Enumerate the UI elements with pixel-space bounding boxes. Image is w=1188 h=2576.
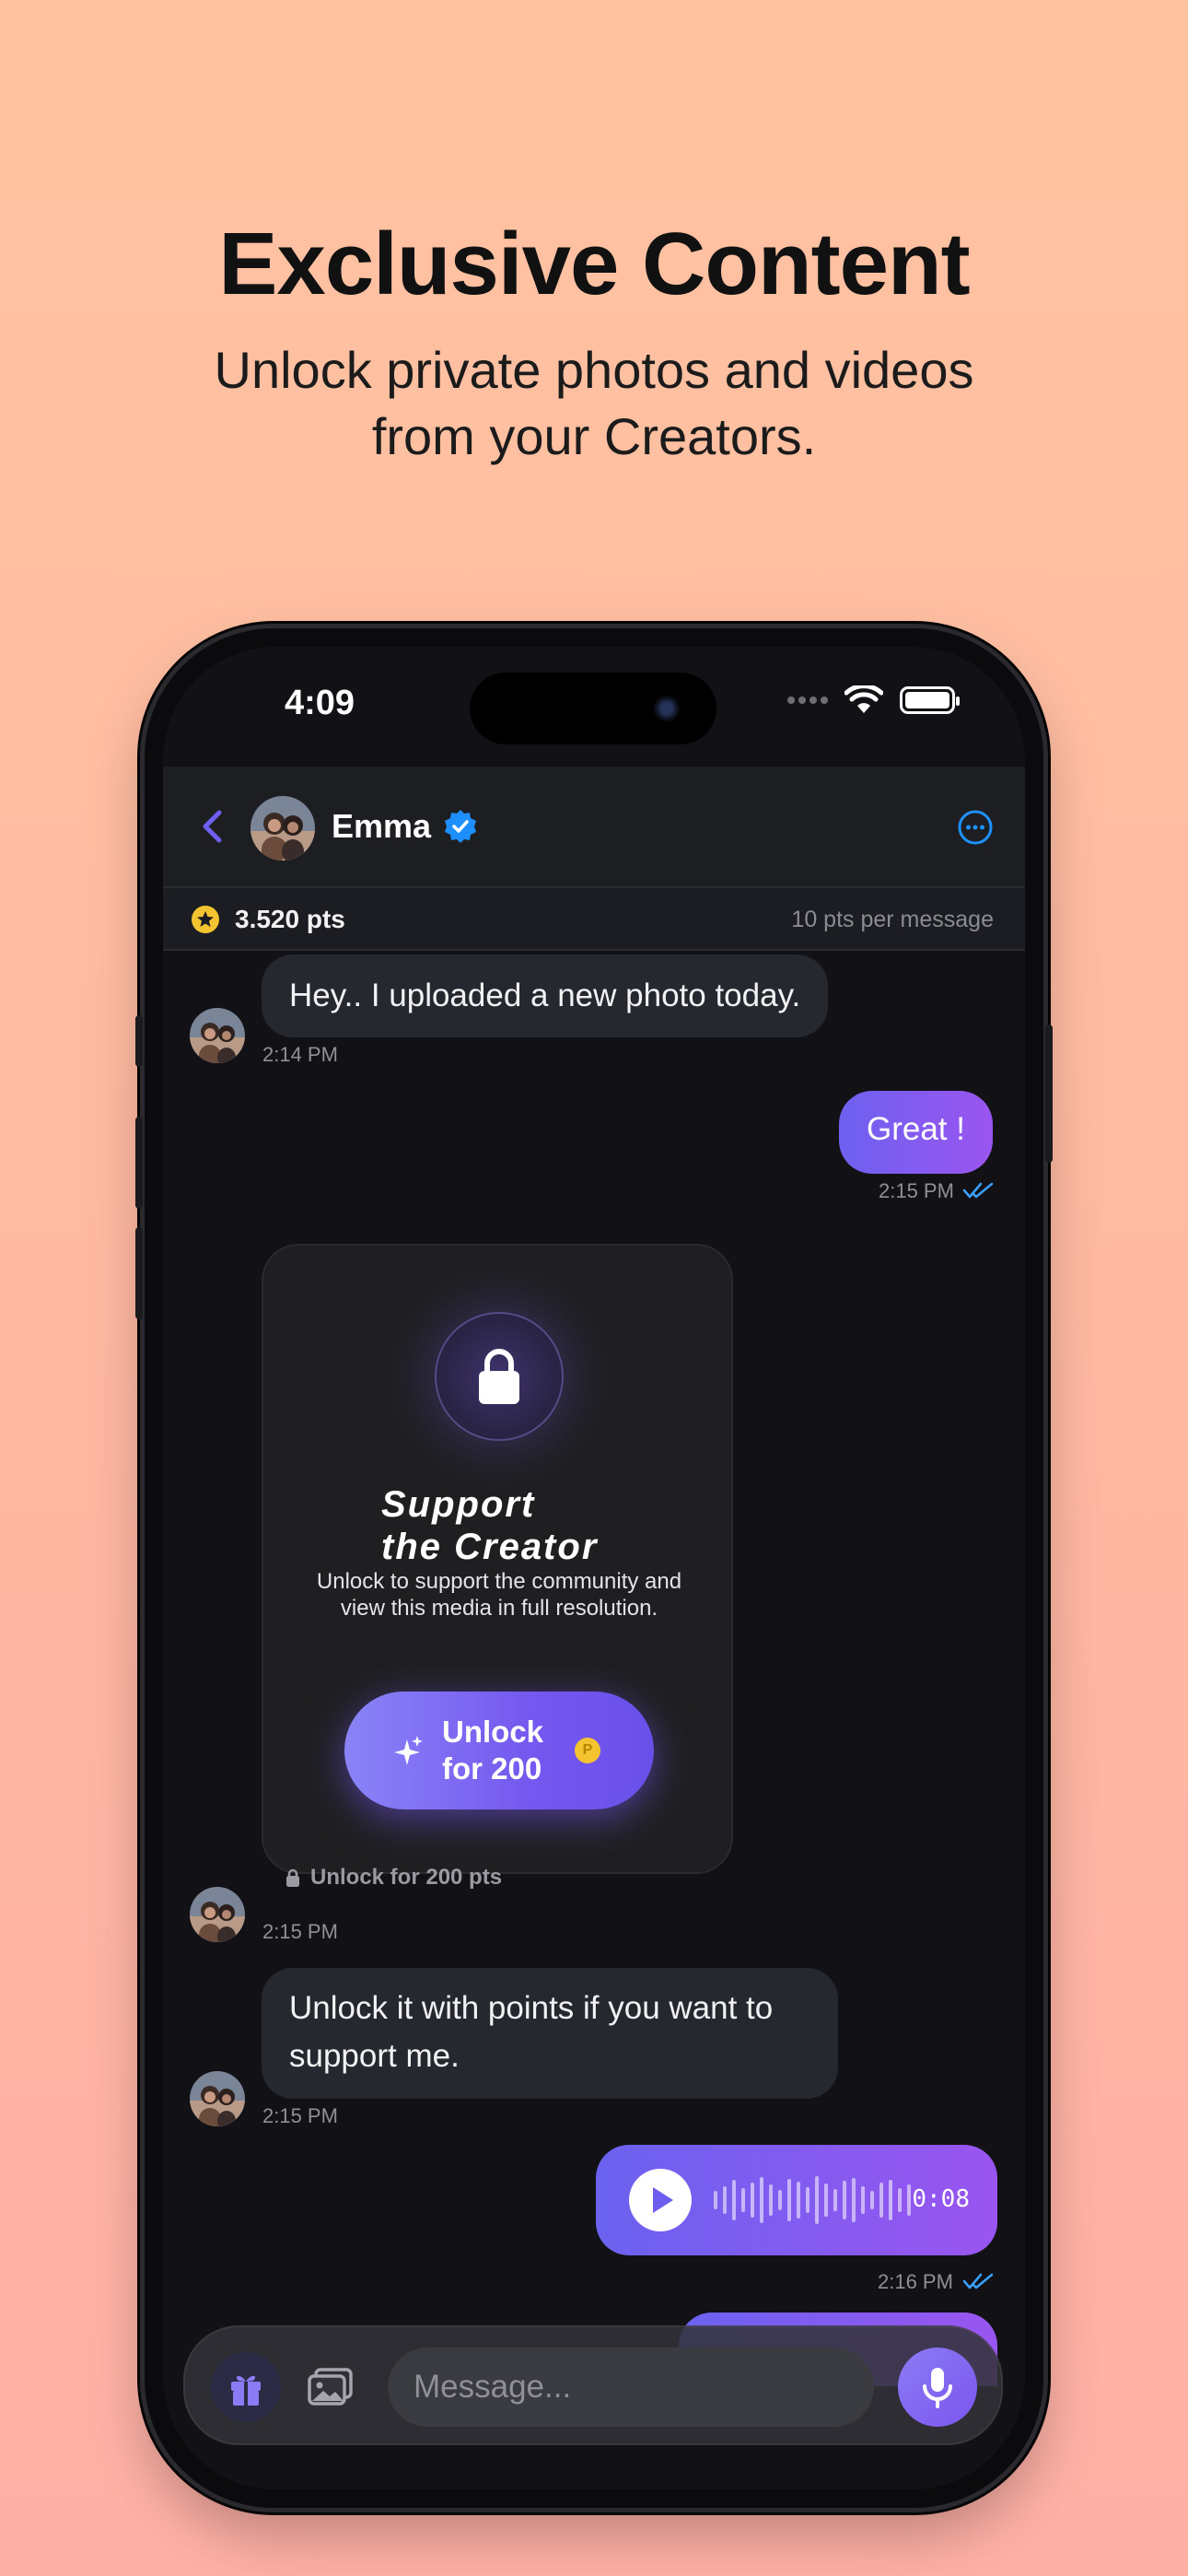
avatar — [190, 1008, 245, 1063]
screen: 4:09 Emma 3.520 pts 10 pts per message H… — [163, 647, 1025, 2489]
avatar[interactable] — [250, 796, 315, 861]
card-title-line-2: the Creator — [381, 1527, 599, 1567]
promo-headline: Exclusive Content — [218, 215, 970, 313]
cellular-icon — [787, 697, 828, 704]
message-timestamp: 2:15 PM — [879, 1179, 954, 1202]
locked-note: Unlock for 200 pts — [285, 1865, 502, 1891]
points-rate: 10 pts per message — [791, 907, 994, 932]
microphone-icon — [923, 2368, 952, 2408]
promo-subline: Unlock private photos and videos from yo… — [0, 337, 1188, 470]
lock-icon — [479, 1349, 519, 1404]
waveform-bar — [843, 2181, 846, 2219]
card-title-line-1: Support — [381, 1484, 536, 1525]
waveform-bar — [732, 2180, 736, 2220]
read-receipt-icon — [962, 1182, 994, 1199]
unlock-button-line-2: for 200 — [442, 1751, 542, 1786]
side-button-action — [135, 1015, 143, 1067]
waveform-bar — [769, 2184, 773, 2216]
promo-subline-line-2: from your Creators. — [371, 407, 817, 465]
waveform-bar — [861, 2186, 865, 2214]
side-button-volume-up — [135, 1117, 143, 1209]
message-text: Great ! — [867, 1111, 965, 1147]
avatar — [190, 2071, 245, 2126]
waveform-bar — [815, 2176, 819, 2224]
contact-name[interactable]: Emma — [332, 807, 431, 846]
waveform-bar — [824, 2184, 828, 2217]
more-icon[interactable] — [957, 809, 994, 846]
waveform-bar — [723, 2186, 727, 2214]
promo-subline-line-1: Unlock private photos and videos — [214, 341, 974, 399]
status-icons — [787, 685, 960, 715]
gift-button[interactable] — [211, 2352, 281, 2422]
waveform-bar — [714, 2191, 717, 2209]
read-receipt-icon — [962, 2273, 994, 2289]
side-button-volume-down — [135, 1227, 143, 1319]
side-button-power — [1045, 1025, 1053, 1163]
locked-media-card[interactable]: Support the Creator Unlock to support th… — [262, 1244, 733, 1874]
waveform-bar — [898, 2188, 902, 2212]
message-bubble-incoming[interactable]: Unlock it with points if you want to sup… — [262, 1968, 838, 2099]
locked-note-text: Unlock for 200 pts — [310, 1865, 503, 1890]
message-composer — [183, 2325, 1003, 2445]
points-bar: 3.520 pts 10 pts per message — [163, 888, 1025, 951]
message-input[interactable] — [388, 2348, 874, 2427]
message-text: Hey.. I uploaded a new photo today. — [289, 978, 801, 1013]
waveform-bar — [833, 2189, 837, 2211]
verified-badge-icon — [445, 810, 476, 843]
waveform-bar — [907, 2184, 911, 2216]
waveform-bar — [760, 2177, 763, 2223]
waveform-bar — [852, 2178, 856, 2222]
sparkle-icon — [394, 1736, 423, 1765]
message-timestamp: 2:16 PM — [878, 2270, 953, 2293]
phone-frame: 4:09 Emma 3.520 pts 10 pts per message H… — [135, 628, 1053, 2508]
battery-icon — [900, 686, 960, 714]
waveform-bar — [870, 2191, 874, 2209]
wifi-icon — [844, 685, 883, 713]
lock-badge — [435, 1312, 564, 1441]
gallery-icon[interactable] — [307, 2364, 355, 2408]
chat-header: Emma — [163, 767, 1025, 888]
waveform-bar — [778, 2190, 782, 2210]
waveform-bar — [751, 2183, 754, 2218]
dynamic-island — [470, 673, 716, 744]
waveform-bar — [741, 2188, 745, 2212]
unlock-button-line-1: Unlock — [442, 1715, 544, 1749]
waveform-bar — [797, 2182, 800, 2219]
waveform-bar — [879, 2183, 883, 2218]
coin-icon: P — [575, 1738, 600, 1763]
message-bubble-outgoing[interactable]: Great ! — [839, 1091, 993, 1174]
front-camera-icon — [654, 696, 680, 721]
message-timestamp: 2:15 PM — [262, 2104, 338, 2127]
mic-button[interactable] — [898, 2348, 977, 2427]
unlock-button-label: Unlock for 200 — [442, 1714, 543, 1787]
play-icon — [653, 2187, 673, 2213]
points-star-icon — [192, 906, 219, 933]
audio-waveform[interactable] — [714, 2172, 911, 2228]
card-description: Unlock to support the community and view… — [316, 1569, 682, 1621]
avatar — [190, 1887, 245, 1942]
waveform-bar — [889, 2180, 892, 2220]
small-lock-icon — [286, 1868, 299, 1887]
message-bubble-incoming[interactable]: Hey.. I uploaded a new photo today. — [262, 954, 829, 1037]
points-balance: 3.520 pts — [235, 905, 345, 933]
card-title: Support the Creator — [381, 1483, 598, 1568]
voice-message-bubble[interactable]: 0:08 — [596, 2145, 997, 2255]
waveform-bar — [806, 2187, 809, 2213]
gift-icon — [231, 2375, 261, 2406]
status-time: 4:09 — [285, 684, 355, 722]
message-timestamp: 2:15 PM — [262, 1920, 338, 1943]
message-text: Unlock it with points if you want to sup… — [289, 1990, 774, 2074]
waveform-bar — [787, 2179, 791, 2221]
unlock-button[interactable]: Unlock for 200 P — [344, 1692, 654, 1809]
back-icon[interactable] — [191, 803, 237, 849]
message-timestamp: 2:14 PM — [262, 1043, 338, 1066]
play-button[interactable] — [629, 2169, 692, 2231]
voice-duration: 0:08 — [912, 2185, 970, 2213]
